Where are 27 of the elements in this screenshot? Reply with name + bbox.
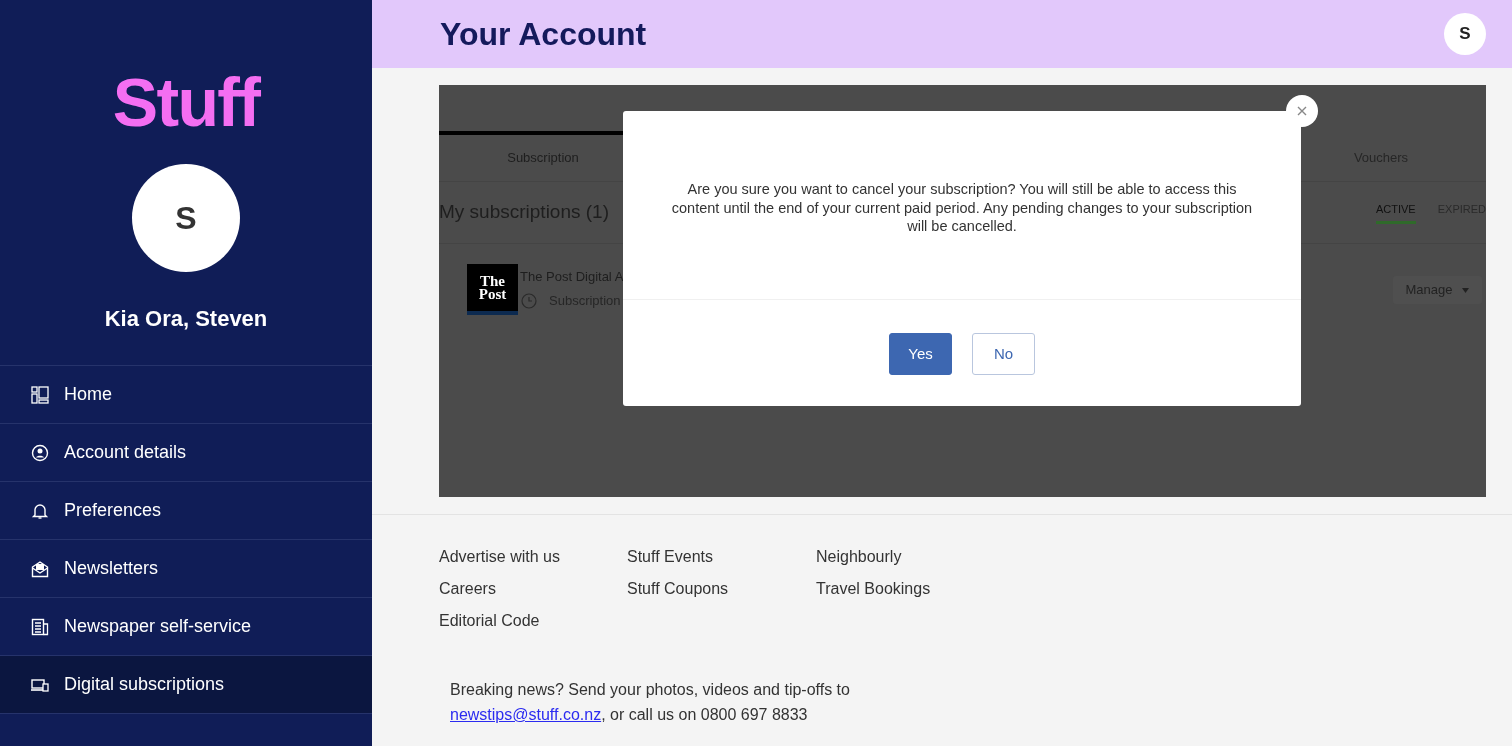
footer-link[interactable]: Careers: [439, 577, 627, 601]
clock-icon: [521, 292, 537, 309]
layout-icon: [31, 385, 49, 404]
publication-logo-text: The Post: [477, 274, 508, 301]
bell-icon: [31, 501, 49, 520]
dialog-message: Are you sure you want to cancel your subscription? You will still be able to access this content until the end of your current paid period. Any pending changes to your subscription will be cancelled.: [670, 180, 1254, 236]
page-title: Your Account: [440, 15, 647, 54]
stuff-logo[interactable]: Stuff: [112, 62, 260, 142]
footer-link[interactable]: Neighbourly: [816, 545, 1005, 569]
close-icon: [1297, 106, 1307, 116]
nav-item[interactable]: Digital subscriptions: [0, 656, 372, 714]
footer-link[interactable]: Travel Bookings: [816, 577, 1005, 601]
breaking-news-note: Breaking news? Send your photos, videos and tip-offs to newstips@stuff.co.nz, or call us on 0800 697 8833: [450, 680, 851, 725]
footer-link[interactable]: Advertise with us: [439, 545, 627, 569]
footer-link[interactable]: Editorial Code: [439, 609, 627, 633]
footer-link[interactable]: Stuff Coupons: [627, 577, 816, 601]
newspaper-icon: [31, 617, 49, 636]
footer-link[interactable]: Stuff Events: [627, 545, 816, 569]
confirm-button[interactable]: Yes: [889, 333, 952, 375]
email-link[interactable]: newstips@stuff.co.nz: [450, 706, 602, 723]
greeting: Kia Ora, Steven: [104, 305, 268, 333]
user-icon: [31, 443, 49, 462]
user-avatar[interactable]: S: [1444, 13, 1486, 55]
user-avatar: S: [132, 164, 240, 272]
caret-icon: [1462, 287, 1470, 293]
cancel-button[interactable]: No: [972, 333, 1035, 375]
envelope-icon: [31, 559, 49, 578]
